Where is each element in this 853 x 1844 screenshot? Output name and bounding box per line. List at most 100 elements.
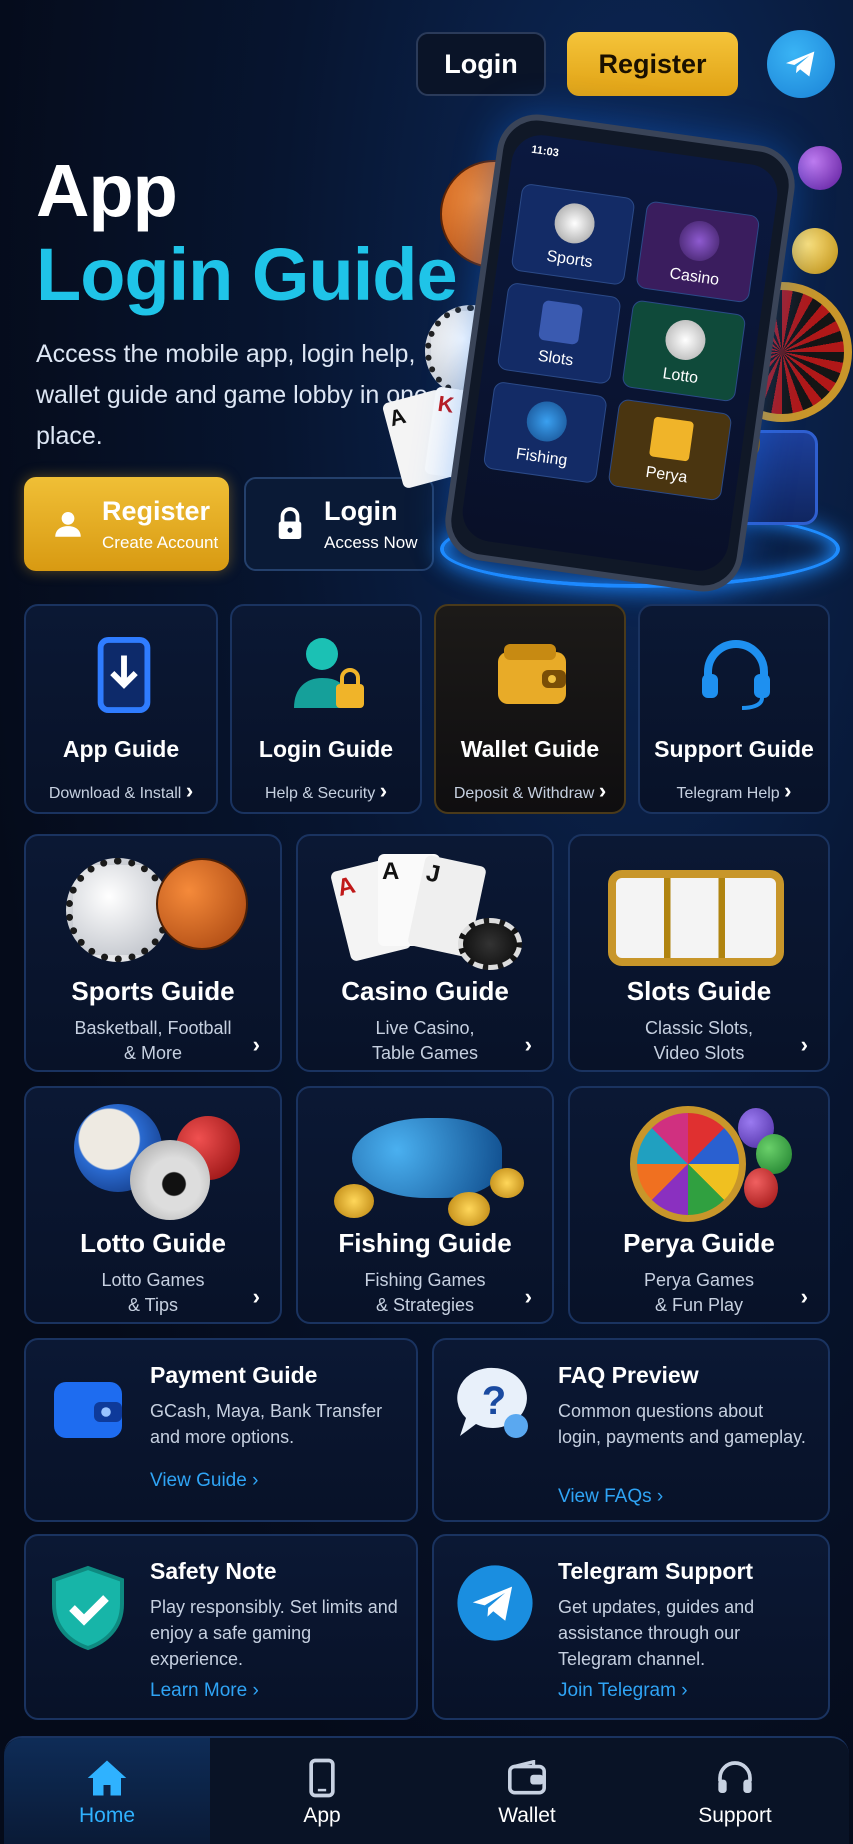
nav-app[interactable]: App bbox=[222, 1738, 422, 1844]
user-lock-icon bbox=[294, 638, 364, 708]
card-title: Fishing Guide bbox=[338, 1228, 512, 1258]
card-title: Telegram Support bbox=[558, 1558, 754, 1584]
slots-guide-card[interactable]: Slots Guide Classic Slots, Video Slots › bbox=[568, 834, 830, 1072]
card-subtitle: Download & Install › bbox=[26, 778, 216, 804]
lotto-guide-card[interactable]: Lotto Guide Lotto Games & Tips › bbox=[24, 1086, 282, 1324]
chevron-right-icon: › bbox=[681, 1680, 688, 1701]
headset-icon bbox=[713, 1756, 757, 1800]
card-title: Perya Guide bbox=[623, 1228, 775, 1258]
gold-ball-image bbox=[792, 228, 838, 274]
lotto-ball-image-3 bbox=[130, 1140, 210, 1220]
bottom-nav: Home App Wallet Support bbox=[4, 1736, 849, 1844]
login-guide-card[interactable]: Login Guide Help & Security › bbox=[230, 604, 422, 814]
chevron-right-icon: › bbox=[800, 1032, 808, 1057]
card-text: Get updates, guides and assistance throu… bbox=[558, 1597, 755, 1669]
svg-text:?: ? bbox=[482, 1379, 506, 1423]
hero-login-label: Login bbox=[324, 495, 398, 526]
card-subtitle-text: Download & Install bbox=[48, 785, 182, 802]
user-icon bbox=[48, 504, 88, 544]
card-title: Casino Guide bbox=[341, 976, 509, 1006]
card-title: Lotto Guide bbox=[80, 1228, 226, 1258]
card-title: Payment Guide bbox=[150, 1362, 318, 1388]
balloon-image-3 bbox=[744, 1168, 778, 1208]
slot-reels-image bbox=[608, 870, 784, 966]
chevron-right-icon: › bbox=[800, 1284, 808, 1309]
card-text: Play responsibly. Set limits and enjoy a… bbox=[150, 1597, 398, 1669]
hero-register-button[interactable]: Register Create Account bbox=[24, 477, 229, 571]
question-bubble-icon: ? bbox=[457, 1367, 528, 1438]
hero-title-line1: App bbox=[36, 149, 178, 232]
card-subtitle-text: Deposit & Withdraw bbox=[453, 785, 595, 802]
nav-label: Support bbox=[698, 1804, 772, 1827]
chevron-right-icon: › bbox=[252, 1680, 259, 1701]
top-register-button[interactable]: Register bbox=[567, 32, 738, 96]
phone-mockup: 11:03 Sports Casino Slots Lotto Fishing … bbox=[440, 109, 800, 597]
card-subtitle: Deposit & Withdraw › bbox=[436, 778, 624, 804]
card-text: GCash, Maya, Bank Transfer and more opti… bbox=[150, 1401, 383, 1447]
phone-tile-perya: Perya bbox=[607, 398, 733, 502]
card-subtitle: Live Casino, Table Games bbox=[371, 1018, 479, 1063]
shield-check-icon bbox=[52, 1565, 124, 1651]
phone-tile-label: Casino bbox=[668, 265, 721, 289]
card-title: Support Guide bbox=[654, 736, 814, 762]
payment-guide-card[interactable]: Payment Guide GCash, Maya, Bank Transfer… bbox=[24, 1338, 418, 1522]
phone-tile-label: Lotto bbox=[661, 365, 700, 388]
lotto-ball-icon bbox=[662, 317, 709, 363]
safety-note-card[interactable]: Safety Note Play responsibly. Set limits… bbox=[24, 1534, 418, 1720]
telegram-support-card[interactable]: Telegram Support Get updates, guides and… bbox=[432, 1534, 830, 1720]
coin-image bbox=[334, 1184, 374, 1218]
chevron-right-icon: › bbox=[784, 778, 792, 803]
phone-tile-sports: Sports bbox=[510, 182, 636, 286]
wallet-icon bbox=[505, 1756, 549, 1800]
app-guide-card[interactable]: App Guide Download & Install › bbox=[24, 604, 218, 814]
card-title: Login Guide bbox=[258, 736, 394, 762]
card-subtitle: Fishing Games & Strategies bbox=[364, 1270, 486, 1315]
card-subtitle: Help & Security › bbox=[232, 778, 420, 804]
chip-icon bbox=[676, 218, 722, 264]
chip-image bbox=[458, 918, 522, 970]
phone-tile-label: Sports bbox=[545, 247, 594, 272]
home-icon bbox=[85, 1756, 129, 1800]
learn-more-link[interactable]: Learn More › bbox=[150, 1680, 259, 1702]
perya-guide-card[interactable]: Perya Guide Perya Games & Fun Play › bbox=[568, 1086, 830, 1324]
sports-guide-card[interactable]: Sports Guide Basketball, Football & More… bbox=[24, 834, 282, 1072]
fishing-guide-card[interactable]: Fishing Guide Fishing Games & Strategies… bbox=[296, 1086, 554, 1324]
chevron-right-icon: › bbox=[252, 1032, 260, 1057]
chevron-right-icon: › bbox=[656, 1486, 664, 1507]
view-guide-link[interactable]: View Guide › bbox=[150, 1470, 258, 1492]
card-subtitle: Perya Games & Fun Play bbox=[643, 1270, 755, 1315]
download-phone-icon bbox=[97, 636, 151, 714]
casino-guide-card[interactable]: A A J Casino Guide Live Casino, Table Ga… bbox=[296, 834, 554, 1072]
card-text: Common questions about login, payments a… bbox=[558, 1401, 806, 1447]
support-guide-card[interactable]: Support Guide Telegram Help › bbox=[638, 604, 830, 814]
basketball-image bbox=[156, 858, 248, 950]
headset-icon bbox=[702, 640, 770, 710]
faq-preview-card[interactable]: ? FAQ Preview Common questions about log… bbox=[432, 1338, 830, 1522]
hero-register-sublabel: Create Account bbox=[102, 532, 219, 552]
card-subtitle-text: Help & Security bbox=[264, 785, 376, 802]
link-label: Learn More bbox=[150, 1680, 248, 1701]
card-title: Safety Note bbox=[150, 1558, 277, 1584]
link-label: View FAQs bbox=[558, 1486, 652, 1507]
view-faqs-link[interactable]: View FAQs › bbox=[558, 1486, 663, 1508]
wallet-guide-card[interactable]: Wallet Guide Deposit & Withdraw › bbox=[434, 604, 626, 814]
phone-time: 11:03 bbox=[530, 143, 560, 160]
nav-home[interactable]: Home bbox=[4, 1738, 210, 1844]
card-title: Slots Guide bbox=[626, 976, 772, 1006]
chevron-right-icon: › bbox=[185, 778, 194, 803]
nav-support[interactable]: Support bbox=[630, 1738, 840, 1844]
telegram-button[interactable] bbox=[767, 30, 835, 98]
card-title: Sports Guide bbox=[71, 976, 235, 1006]
hero-login-sublabel: Access Now bbox=[324, 532, 418, 552]
card-title: Wallet Guide bbox=[460, 736, 600, 762]
nav-wallet[interactable]: Wallet bbox=[424, 1738, 630, 1844]
join-telegram-link[interactable]: Join Telegram › bbox=[558, 1680, 688, 1702]
phone-tile-slots: Slots bbox=[496, 281, 622, 385]
hero-title-line2: Login Guide bbox=[36, 233, 458, 316]
phone-tile-fishing: Fishing bbox=[482, 380, 608, 484]
color-wheel-image bbox=[630, 1106, 746, 1222]
top-login-button[interactable]: Login bbox=[416, 32, 546, 96]
purple-ball-image bbox=[798, 146, 842, 190]
card-title: App Guide bbox=[62, 736, 180, 762]
hero-login-button[interactable]: Login Access Now bbox=[244, 477, 434, 571]
